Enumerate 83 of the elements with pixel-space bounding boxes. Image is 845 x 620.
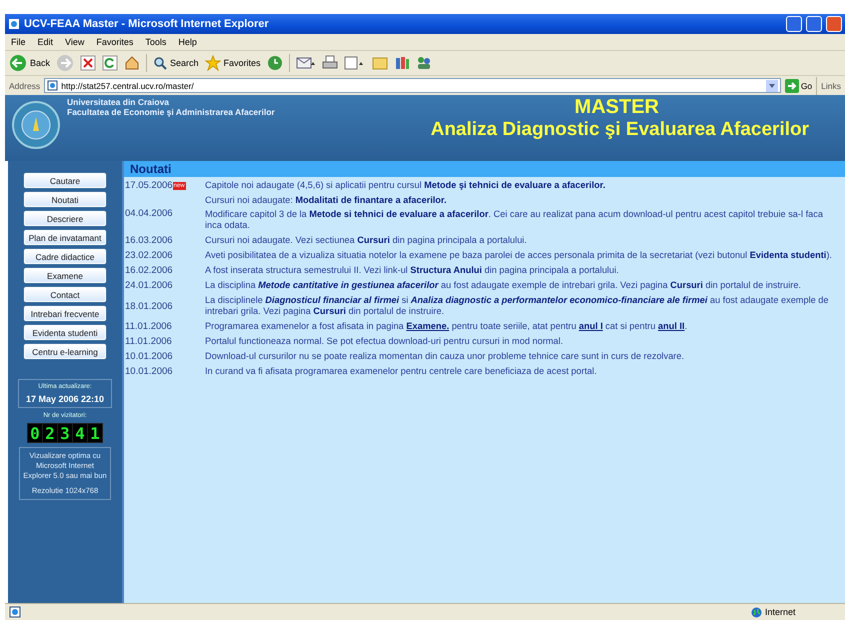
- page-icon: [47, 80, 58, 91]
- stop-icon[interactable]: [80, 55, 96, 71]
- address-label: Address: [9, 80, 40, 90]
- update-time: 17 May 2006 22:10: [26, 394, 104, 404]
- program-subtitle: Analiza Diagnostic şi Evaluarea Afacerilor: [430, 119, 809, 141]
- links-label[interactable]: Links: [821, 80, 841, 90]
- go-button[interactable]: Go: [784, 78, 812, 92]
- news-text: Programarea examenelor a fost afisata in pagina Examene. pentru toate seriile, atat pentru anul I cat si pentru anul II.: [205, 321, 688, 332]
- program-title: MASTER: [574, 95, 659, 119]
- star-icon: [204, 55, 221, 71]
- nav-button[interactable]: Descriere: [24, 211, 106, 226]
- news-date: 24.01.2006: [125, 280, 173, 291]
- back-button[interactable]: Back: [9, 54, 50, 72]
- browser-icon: [8, 18, 20, 30]
- menu-item[interactable]: Tools: [145, 37, 166, 47]
- news-date: 10.01.2006: [125, 351, 173, 362]
- nav-button[interactable]: Centru e-learning: [24, 344, 106, 359]
- link[interactable]: Examene.: [406, 321, 450, 331]
- envelope-icon[interactable]: [296, 55, 316, 71]
- favorites-button[interactable]: Favorites: [204, 55, 261, 71]
- news-text: Cursuri noi adaugate. Vezi sectiunea Cursuri din pagina principala a portalului.: [205, 235, 528, 246]
- news-text: Cursuri noi adaugate: Modalitati de finantare a afacerilor.: [205, 195, 448, 206]
- refresh-icon[interactable]: [102, 55, 118, 71]
- counter-digit: 0: [28, 424, 42, 442]
- minimize-button[interactable]: [786, 16, 802, 32]
- news-date: 10.01.2006: [125, 366, 173, 377]
- news-date: 18.01.2006: [125, 300, 173, 312]
- page-icon: [9, 606, 21, 618]
- news-text: La disciplina Metode cantitative in gestiunea afacerilor au fost adaugate exemple de intrebari grila. Vezi pagina Cursuri din portalul de instruire.: [205, 280, 802, 291]
- nav-button[interactable]: Contact: [24, 287, 106, 302]
- news-date: 11.01.2006: [125, 336, 172, 347]
- address-field[interactable]: http://stat257.central.ucv.ro/master/: [44, 78, 781, 93]
- nav-button[interactable]: Cautare: [24, 173, 106, 188]
- news-date: 11.01.2006: [125, 321, 172, 332]
- news-date: 23.02.2006: [125, 250, 173, 261]
- news-text: La disciplinele Diagnosticul financiar al firmei si Analiza diagnostic a performantelor economico-financiare ale firmei au fost adaugate exemple de intrebari grila. Vezi pagina Cursuri din portalul de instruire.: [205, 295, 830, 317]
- university-name: Universitatea din Craiova: [67, 97, 170, 107]
- counter-digit: 3: [58, 424, 72, 442]
- nav-button[interactable]: Intrebari frecvente: [24, 306, 106, 321]
- counter-digit: 4: [73, 424, 87, 442]
- books-icon[interactable]: [394, 55, 410, 71]
- menu-item[interactable]: View: [65, 37, 84, 47]
- nav-button[interactable]: Plan de invatamant: [24, 230, 106, 245]
- counter-digit: 1: [88, 424, 102, 442]
- home-icon[interactable]: [124, 55, 140, 71]
- news-text: Aveti posibilitatea de a vizualiza situatia notelor la examene pe baza parolei de acces personala primita de la secretariat (vezi butonul Evidenta studenti).: [205, 250, 833, 261]
- menu-item[interactable]: Edit: [38, 37, 54, 47]
- globe-icon: [751, 606, 762, 618]
- news-date: 17.05.2006: [125, 180, 173, 191]
- menu-item[interactable]: Help: [178, 37, 197, 47]
- nav-button[interactable]: Examene: [24, 268, 106, 283]
- close-button[interactable]: [826, 16, 842, 32]
- link[interactable]: anul II: [658, 321, 685, 331]
- news-text: Download-ul cursurilor nu se poate realiza momentan din cauza unor probleme tehnice care sunt in curs de rezolvare.: [205, 351, 686, 362]
- folder-icon[interactable]: [372, 55, 388, 71]
- document-icon[interactable]: [344, 55, 366, 71]
- counter-digit: 2: [43, 424, 57, 442]
- search-button[interactable]: Search: [153, 56, 199, 70]
- news-text: Modificare capitol 3 de la Metode si tehnici de evaluare a afacerilor. Cei care au realizat pana acum download-ul pentru acest capitol trebuie sa-l faca inca odata.: [205, 209, 824, 231]
- news-date: 04.04.2006: [125, 208, 173, 218]
- printer-icon[interactable]: [322, 55, 338, 71]
- news-text: A fost inserata structura semestrului II. Vezi link-ul Structura Anului din pagina principala a portalului.: [205, 265, 620, 276]
- nav-button[interactable]: Cadre didactice: [24, 249, 106, 264]
- menu-item[interactable]: Favorites: [96, 37, 134, 47]
- news-text: Portalul functioneaza normal. Se pot efectua download-uri pentru cursuri in mod normal.: [205, 336, 564, 347]
- nav-button[interactable]: Evidenta studenti: [24, 325, 106, 340]
- faculty-name: Facultatea de Economie şi Administrarea Afacerilor: [67, 107, 275, 117]
- link[interactable]: anul I: [578, 321, 603, 331]
- nav-button[interactable]: Noutati: [24, 192, 106, 207]
- zone-label: Internet: [765, 607, 796, 617]
- clock-icon[interactable]: [266, 55, 283, 71]
- window-title: UCV-FEAA Master - Microsoft Internet Explorer: [24, 18, 270, 30]
- news-text: Capitole noi adaugate (4,5,6) si aplicatii pentru cursul Metode şi tehnici de evaluare a afacerilor.: [205, 180, 606, 191]
- section-heading: Noutati: [124, 161, 845, 177]
- news-date: 16.03.2006: [125, 235, 173, 246]
- menu-item[interactable]: File: [11, 37, 26, 47]
- dropdown-caret-icon: [766, 80, 778, 92]
- news-date: 16.02.2006: [125, 265, 173, 276]
- search-icon: [153, 56, 168, 70]
- news-text: In curand va fi afisata programarea examenelor pentru centrele care beneficiaza de acest portal.: [205, 366, 598, 377]
- people-icon[interactable]: [416, 55, 432, 71]
- maximize-button[interactable]: [806, 16, 822, 32]
- go-arrow-icon: [784, 78, 799, 92]
